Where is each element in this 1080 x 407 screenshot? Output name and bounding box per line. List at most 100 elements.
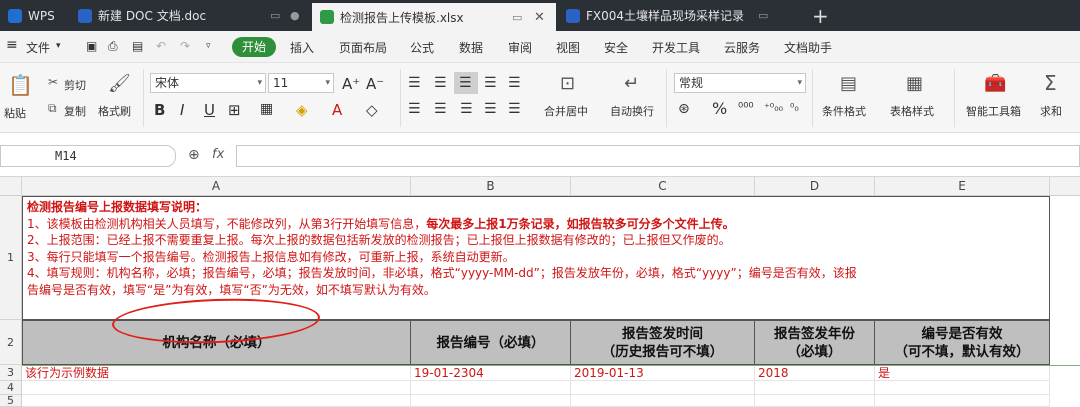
close-icon[interactable]: ✕ — [534, 10, 545, 25]
italic-icon[interactable]: I — [180, 101, 184, 119]
number-format-select[interactable]: 常规 ▾ — [674, 73, 806, 93]
scissors-icon[interactable]: ✂ — [48, 75, 58, 89]
select-all-corner[interactable] — [0, 177, 22, 196]
smart-toolbox-button[interactable]: 智能工具箱 — [966, 103, 1021, 119]
cell-c3[interactable]: 2019-01-13 — [571, 365, 755, 381]
align-left-icon[interactable]: ☰ — [408, 101, 421, 117]
new-tab-icon[interactable]: + — [812, 4, 829, 28]
menu-cloud[interactable]: 云服务 — [724, 39, 760, 56]
preview-icon[interactable]: ▤ — [132, 39, 143, 53]
cut-button[interactable]: 剪切 — [64, 77, 86, 93]
align-bottom-icon[interactable]: ☰ — [454, 72, 478, 94]
cell-d5[interactable] — [755, 395, 875, 407]
header-valid[interactable]: 编号是否有效 （可不填，默认有效） — [874, 320, 1050, 365]
column-header-f[interactable] — [1050, 177, 1080, 196]
cell-b5[interactable] — [411, 395, 571, 407]
header-report-no[interactable]: 报告编号（必填） — [410, 320, 571, 365]
column-header-a[interactable]: A — [22, 177, 411, 196]
cell-d4[interactable] — [755, 381, 875, 395]
auto-wrap-icon[interactable]: ↵ — [624, 73, 639, 94]
row-header-5[interactable]: 5 — [0, 395, 22, 407]
row-header-2[interactable]: 2 — [0, 320, 22, 365]
header-issue-year[interactable]: 报告签发年份 （必填） — [754, 320, 875, 365]
table-style-button[interactable]: 表格样式 — [890, 103, 934, 119]
menu-view[interactable]: 视图 — [556, 39, 580, 56]
tab-doc[interactable]: 新建 DOC 文档.doc ▭ ● — [70, 0, 306, 31]
pin-icon[interactable]: ▭ — [512, 11, 522, 24]
copy-icon[interactable]: ⧉ — [48, 101, 57, 116]
tab-xlsx[interactable]: 检测报告上传模板.xlsx ▭ ✕ — [312, 3, 556, 31]
menu-dev-tools[interactable]: 开发工具 — [652, 39, 700, 56]
tab-wps[interactable]: WPS — [0, 0, 68, 31]
column-header-e[interactable]: E — [875, 177, 1050, 196]
save-icon[interactable]: ▣ — [86, 39, 97, 53]
percent-icon[interactable]: % — [712, 99, 727, 118]
align-top2-icon[interactable]: ☰ — [484, 75, 497, 91]
menu-insert[interactable]: 插入 — [290, 39, 314, 56]
column-header-c[interactable]: C — [571, 177, 755, 196]
header-issue-date[interactable]: 报告签发时间 （历史报告可不填） — [570, 320, 755, 365]
format-painter-icon[interactable]: 🖌 — [108, 73, 131, 94]
format-painter-button[interactable]: 格式刷 — [98, 103, 131, 119]
cell-a4[interactable] — [22, 381, 411, 395]
chevron-down-icon[interactable]: ▾ — [56, 41, 61, 51]
cell-b3[interactable]: 19-01-2304 — [411, 365, 571, 381]
formula-input[interactable] — [236, 145, 1080, 167]
justify-icon[interactable]: ☰ — [484, 101, 497, 117]
align-middle-icon[interactable]: ☰ — [434, 75, 447, 91]
tab-record[interactable]: FX004土壤样品现场采样记录 ▭ — [558, 0, 798, 31]
pin-icon[interactable]: ▭ — [270, 9, 280, 22]
cell-e4[interactable] — [875, 381, 1050, 395]
menu-data[interactable]: 数据 — [459, 39, 483, 56]
fx-label[interactable]: fx — [212, 147, 224, 162]
font-name-select[interactable]: 宋体 ▾ — [150, 73, 266, 93]
decrease-decimal-icon[interactable]: ⁰₀ — [790, 101, 799, 114]
menu-review[interactable]: 审阅 — [508, 39, 532, 56]
align-right-icon[interactable]: ☰ — [460, 101, 473, 117]
auto-wrap-button[interactable]: 自动换行 — [610, 103, 654, 119]
print-icon[interactable]: ⎙ — [108, 39, 118, 54]
thousands-icon[interactable]: ⁰⁰⁰ — [738, 101, 754, 116]
underline-icon[interactable]: U — [204, 101, 215, 119]
font-color-icon[interactable]: A — [332, 101, 342, 119]
border-icon[interactable]: ⊞ — [228, 101, 241, 119]
zoom-icon[interactable]: ⊕ — [188, 147, 200, 163]
menu-security[interactable]: 安全 — [604, 39, 628, 56]
conditional-format-icon[interactable]: ▤ — [840, 73, 857, 94]
merge-center-icon[interactable]: ⊡ — [560, 73, 575, 94]
bold-icon[interactable]: B — [154, 101, 165, 119]
clear-icon[interactable]: ◇ — [366, 101, 378, 119]
align-top-icon[interactable]: ☰ — [408, 75, 421, 91]
redo-icon[interactable]: ↷ — [180, 39, 190, 53]
column-header-b[interactable]: B — [411, 177, 571, 196]
toolbox-icon[interactable]: 🧰 — [984, 73, 1006, 94]
paste-icon[interactable]: 📋 — [8, 73, 33, 97]
cell-e5[interactable] — [875, 395, 1050, 407]
menu-formula[interactable]: 公式 — [410, 39, 434, 56]
sum-button[interactable]: 求和 — [1040, 103, 1062, 119]
cell-b4[interactable] — [411, 381, 571, 395]
align-center-icon[interactable]: ☰ — [434, 101, 447, 117]
merge-center-button[interactable]: 合并居中 — [544, 103, 588, 119]
cell-a3[interactable]: 该行为示例数据 — [22, 365, 411, 381]
menu-start[interactable]: 开始 — [232, 37, 276, 57]
font-size-select[interactable]: 11 ▾ — [268, 73, 334, 93]
fill-color-icon[interactable]: ◈ — [296, 101, 308, 119]
cell-c4[interactable] — [571, 381, 755, 395]
cell-d3[interactable]: 2018 — [755, 365, 875, 381]
chevron-down-icon[interactable]: ▿ — [206, 41, 211, 51]
cell-e3[interactable]: 是 — [875, 365, 1050, 381]
shrink-font-icon[interactable]: A⁻ — [366, 75, 384, 93]
hamburger-icon[interactable]: ≡ — [6, 37, 18, 53]
grow-font-icon[interactable]: A⁺ — [342, 75, 360, 93]
sum-icon[interactable]: Σ — [1044, 71, 1057, 95]
distribute-icon[interactable]: ☰ — [508, 101, 521, 117]
cell-a5[interactable] — [22, 395, 411, 407]
menu-file[interactable]: 文件 — [26, 39, 50, 56]
dot-icon[interactable]: ● — [290, 9, 300, 22]
conditional-format-button[interactable]: 条件格式 — [822, 103, 866, 119]
table-style-icon[interactable]: ▦ — [906, 73, 923, 94]
paste-button[interactable]: 粘贴 — [4, 105, 26, 121]
fill-style-icon[interactable]: ▦ — [260, 101, 273, 117]
undo-icon[interactable]: ↶ — [156, 39, 166, 53]
